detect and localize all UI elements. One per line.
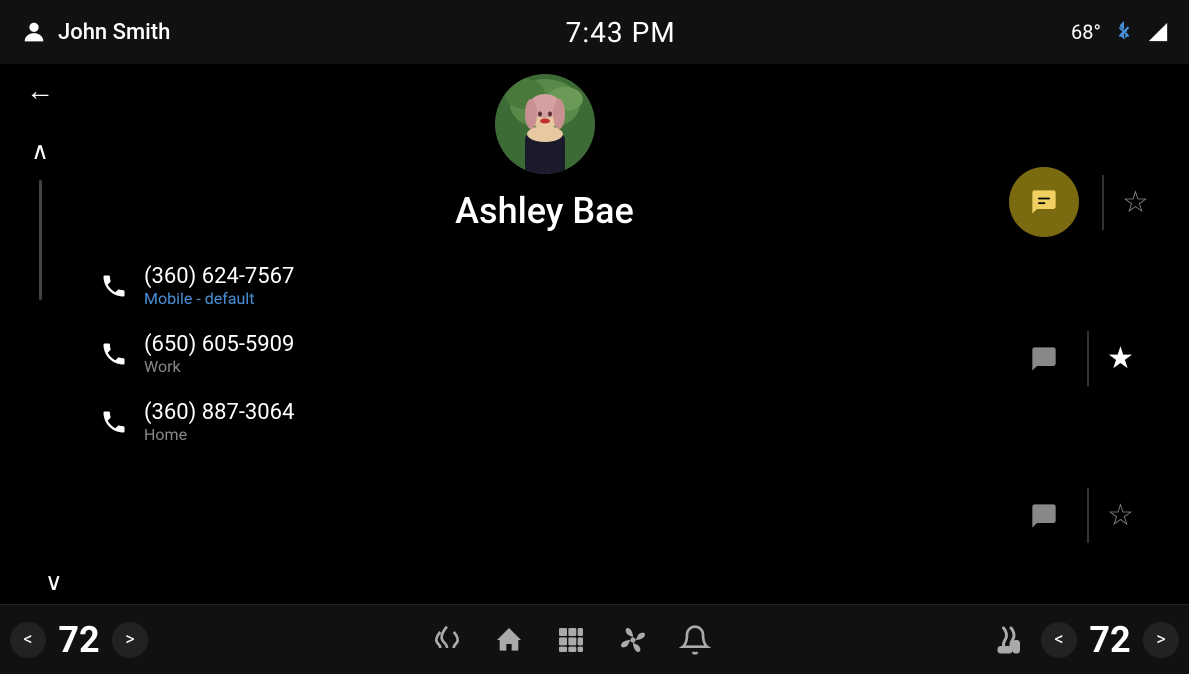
signal-icon [1147, 21, 1169, 43]
phone-entry-2[interactable]: (650) 605-5909 Work [80, 320, 1009, 388]
left-temp-decrease[interactable]: < [10, 622, 46, 658]
phone-entries-list: (360) 624-7567 Mobile - default (650) 60… [80, 252, 1009, 456]
fan-icon[interactable] [617, 624, 649, 656]
phone-label-2: Work [144, 357, 989, 376]
contact-area: Ashley Bae (360) 624-7567 Mobile - defau… [80, 64, 1009, 604]
status-left: John Smith [20, 18, 170, 46]
call-icon-2 [100, 340, 128, 368]
apps-icon[interactable] [555, 624, 587, 656]
left-temp-increase[interactable]: > [112, 622, 148, 658]
status-time: 7:43 PM [566, 16, 676, 49]
right-temp-value: 72 [1085, 619, 1135, 661]
bottom-nav [431, 624, 711, 656]
message-icon-2 [1030, 345, 1058, 373]
phone-label-3: Home [144, 425, 989, 444]
temperature-display: 68° [1071, 20, 1101, 44]
bottom-bar: < 72 > [0, 604, 1189, 674]
phone-entry-3[interactable]: (360) 887-3064 Home [80, 388, 1009, 456]
left-sidebar: ← ∧ [0, 64, 80, 604]
phone-label-1: Mobile - default [144, 289, 989, 308]
phone-info-2: (650) 605-5909 Work [144, 332, 989, 376]
star-button-3[interactable]: ☆ [1107, 498, 1134, 533]
message-button-1[interactable] [1009, 167, 1079, 237]
home-icon[interactable] [493, 624, 525, 656]
scroll-track [39, 180, 42, 300]
main-content: ← ∧ [0, 64, 1189, 604]
left-temp-control: < 72 > [10, 619, 148, 661]
message-icon-1 [1030, 188, 1058, 216]
phone-info-3: (360) 887-3064 Home [144, 400, 989, 444]
message-icon-3 [1030, 502, 1058, 530]
heat-icon-right[interactable] [993, 622, 1029, 658]
action-row-1: ☆ [1009, 167, 1169, 237]
phone-entry-1[interactable]: (360) 624-7567 Mobile - default [80, 252, 1009, 320]
right-temp-decrease[interactable]: < [1041, 622, 1077, 658]
notification-icon[interactable] [679, 624, 711, 656]
phone-info-1: (360) 624-7567 Mobile - default [144, 264, 989, 308]
message-button-3[interactable] [1009, 481, 1079, 551]
phone-number-2: (650) 605-5909 [144, 332, 989, 357]
scroll-down-button[interactable]: ∨ [45, 568, 63, 596]
left-temp-value: 72 [54, 619, 104, 661]
divider-2 [1087, 331, 1089, 386]
heat-icon-left[interactable] [431, 624, 463, 656]
contact-name: Ashley Bae [455, 190, 634, 232]
action-row-2: ★ [1009, 324, 1169, 394]
right-actions-panel: ☆ ★ ☆ [1009, 64, 1189, 604]
action-row-3: ☆ [1009, 481, 1169, 551]
right-controls: < 72 > [993, 619, 1179, 661]
scroll-up-button[interactable]: ∧ [31, 137, 49, 165]
status-right: 68° [1071, 20, 1169, 44]
call-icon-1 [100, 272, 128, 300]
divider-3 [1087, 488, 1089, 543]
avatar-image [495, 74, 595, 174]
person-icon [20, 18, 48, 46]
contact-avatar [495, 74, 595, 174]
user-name: John Smith [58, 20, 170, 45]
back-button[interactable]: ← [26, 74, 54, 107]
right-temp-control: < 72 > [1041, 619, 1179, 661]
status-bar: John Smith 7:43 PM 68° [0, 0, 1189, 64]
star-button-1[interactable]: ☆ [1122, 185, 1149, 220]
divider-1 [1102, 175, 1104, 230]
message-button-2[interactable] [1009, 324, 1079, 394]
bluetooth-icon [1113, 21, 1135, 43]
star-button-2[interactable]: ★ [1107, 341, 1134, 376]
phone-number-3: (360) 887-3064 [144, 400, 989, 425]
right-temp-increase[interactable]: > [1143, 622, 1179, 658]
phone-number-1: (360) 624-7567 [144, 264, 989, 289]
call-icon-3 [100, 408, 128, 436]
